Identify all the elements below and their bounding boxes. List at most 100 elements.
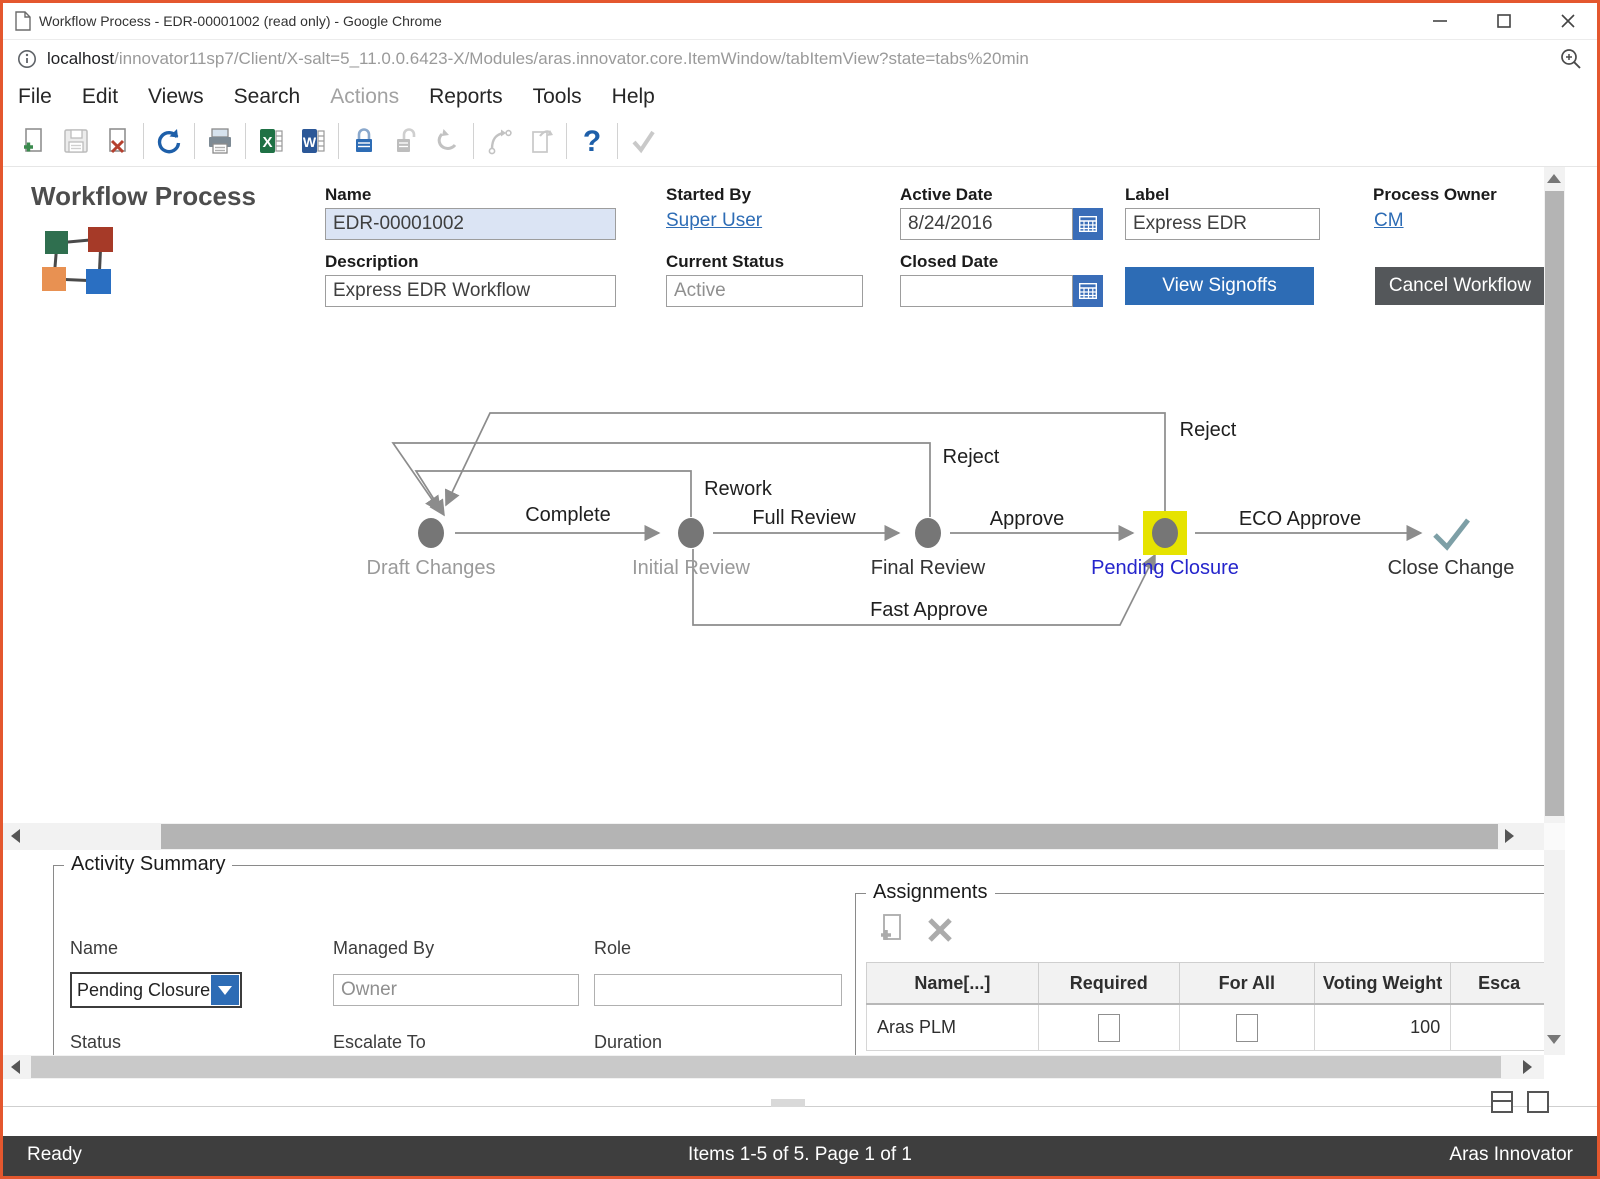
managed-by-field: Owner xyxy=(333,974,579,1006)
undo-icon[interactable] xyxy=(427,120,469,162)
scrollbar-thumb[interactable] xyxy=(31,1056,1501,1078)
browser-window: Workflow Process - EDR-00001002 (read on… xyxy=(0,0,1600,1179)
toolbar-separator xyxy=(194,123,195,159)
scroll-up-arrow[interactable] xyxy=(1547,174,1561,183)
voting-weight-cell: 100 xyxy=(1314,1004,1450,1051)
export-excel-icon[interactable]: X xyxy=(250,120,292,162)
transition-complete-label: Complete xyxy=(525,504,611,526)
scrollbar-thumb[interactable] xyxy=(161,824,1498,849)
toolbar-separator xyxy=(338,123,339,159)
assignment-row[interactable]: Aras PLM 100 xyxy=(867,1004,1545,1051)
status-ready: Ready xyxy=(27,1144,82,1166)
node-pending-closure-label[interactable]: Pending Closure xyxy=(1091,557,1239,579)
transition-eco-approve-label: ECO Approve xyxy=(1239,508,1361,530)
lock-icon[interactable] xyxy=(343,120,385,162)
horizontal-scrollbar-bottom-pane xyxy=(3,1055,1544,1079)
toolbar-separator xyxy=(143,123,144,159)
for-all-checkbox[interactable] xyxy=(1236,1014,1258,1042)
duration-label: Duration xyxy=(594,1032,662,1053)
node-pending-closure[interactable] xyxy=(1152,518,1178,548)
required-checkbox[interactable] xyxy=(1098,1014,1120,1042)
workflow-diagram: Complete Full Review Approve ECO Approve… xyxy=(3,167,1544,823)
export-word-icon[interactable]: W xyxy=(292,120,334,162)
activity-pane: Activity Summary Name Pending Closure Ma… xyxy=(3,850,1544,1055)
print-icon[interactable] xyxy=(199,120,241,162)
toolbar-separator xyxy=(566,123,567,159)
node-draft-changes[interactable] xyxy=(418,518,444,548)
transition-fast-approve-label: Fast Approve xyxy=(870,599,988,621)
assignments-table: Name[...] Required For All Voting Weight… xyxy=(866,962,1544,1051)
node-initial-review-label: Initial Review xyxy=(632,557,750,579)
col-required[interactable]: Required xyxy=(1038,963,1179,1005)
minimize-button[interactable] xyxy=(1431,12,1449,30)
add-assignment-icon[interactable] xyxy=(876,912,908,951)
url-path: /innovator11sp7/Client/X-salt=5_11.0.0.6… xyxy=(114,49,1029,68)
menu-file[interactable]: File xyxy=(3,85,67,109)
toolbar: X W xyxy=(3,115,1597,167)
menu-edit[interactable]: Edit xyxy=(67,85,133,109)
col-for-all[interactable]: For All xyxy=(1179,963,1314,1005)
save-icon[interactable] xyxy=(55,120,97,162)
scrollbar-thumb[interactable] xyxy=(1545,191,1564,816)
node-final-review[interactable] xyxy=(915,518,941,548)
zoom-icon[interactable] xyxy=(1559,47,1583,71)
toolbar-separator xyxy=(473,123,474,159)
node-draft-changes-label: Draft Changes xyxy=(367,557,496,579)
col-esca[interactable]: Esca xyxy=(1451,963,1544,1005)
assignments-title: Assignments xyxy=(866,881,995,904)
node-final-review-label: Final Review xyxy=(871,557,986,579)
split-view-icon[interactable] xyxy=(1491,1091,1513,1113)
dropdown-arrow-icon[interactable] xyxy=(211,975,239,1005)
status-label: Status xyxy=(70,1032,121,1053)
info-icon[interactable] xyxy=(17,49,37,69)
workflow-route-icon[interactable] xyxy=(478,120,520,162)
activity-name-dropdown[interactable]: Pending Closure xyxy=(70,972,242,1008)
scroll-right-arrow[interactable] xyxy=(1505,829,1514,843)
close-button[interactable] xyxy=(1559,12,1577,30)
menu-reports[interactable]: Reports xyxy=(414,85,518,109)
activity-summary-title: Activity Summary xyxy=(64,853,232,876)
copy-icon[interactable] xyxy=(520,120,562,162)
assignments-fieldset: Assignments Name[...] Required For All xyxy=(855,893,1544,1055)
status-app-name: Aras Innovator xyxy=(1449,1144,1573,1166)
splitter-strip xyxy=(3,1079,1597,1136)
address-bar[interactable]: localhost/innovator11sp7/Client/X-salt=5… xyxy=(3,39,1597,79)
scroll-left-arrow[interactable] xyxy=(11,829,20,843)
node-initial-review[interactable] xyxy=(678,518,704,548)
menu-search[interactable]: Search xyxy=(219,85,316,109)
page-icon xyxy=(15,11,31,31)
maximize-button[interactable] xyxy=(1495,12,1513,30)
status-bar: Ready Items 1-5 of 5. Page 1 of 1 Aras I… xyxy=(3,1136,1597,1177)
refresh-icon[interactable] xyxy=(148,120,190,162)
activity-name-label: Name xyxy=(70,938,118,959)
col-name[interactable]: Name[...] xyxy=(867,963,1039,1005)
svg-text:W: W xyxy=(303,134,317,150)
scroll-right-arrow[interactable] xyxy=(1523,1060,1532,1074)
complete-vote-icon[interactable] xyxy=(622,120,664,162)
delete-assignment-icon[interactable] xyxy=(924,914,956,951)
url-text[interactable]: localhost/innovator11sp7/Client/X-salt=5… xyxy=(47,49,1029,69)
escalate-to-label: Escalate To xyxy=(333,1032,426,1053)
assignments-header-row: Name[...] Required For All Voting Weight… xyxy=(867,963,1545,1005)
window-title: Workflow Process - EDR-00001002 (read on… xyxy=(39,13,442,29)
menu-tools[interactable]: Tools xyxy=(518,85,597,109)
toolbar-separator xyxy=(617,123,618,159)
delete-item-icon[interactable] xyxy=(97,120,139,162)
splitter-handle[interactable] xyxy=(771,1099,805,1107)
role-label: Role xyxy=(594,938,631,959)
transition-approve-label: Approve xyxy=(990,508,1065,530)
node-close-change-check-icon[interactable] xyxy=(1435,520,1468,547)
node-close-change-label: Close Change xyxy=(1388,557,1515,579)
menu-views[interactable]: Views xyxy=(133,85,219,109)
scroll-left-arrow[interactable] xyxy=(11,1060,20,1074)
svg-text:X: X xyxy=(262,134,272,151)
menu-help[interactable]: Help xyxy=(597,85,670,109)
scroll-down-arrow[interactable] xyxy=(1547,1035,1561,1044)
esca-cell xyxy=(1451,1004,1544,1051)
transition-reject-pending-line xyxy=(446,413,1165,513)
col-voting-weight[interactable]: Voting Weight xyxy=(1314,963,1450,1005)
single-view-icon[interactable] xyxy=(1527,1091,1549,1113)
unlock-icon[interactable] xyxy=(385,120,427,162)
help-icon[interactable]: ? xyxy=(571,120,613,162)
new-item-icon[interactable] xyxy=(13,120,55,162)
